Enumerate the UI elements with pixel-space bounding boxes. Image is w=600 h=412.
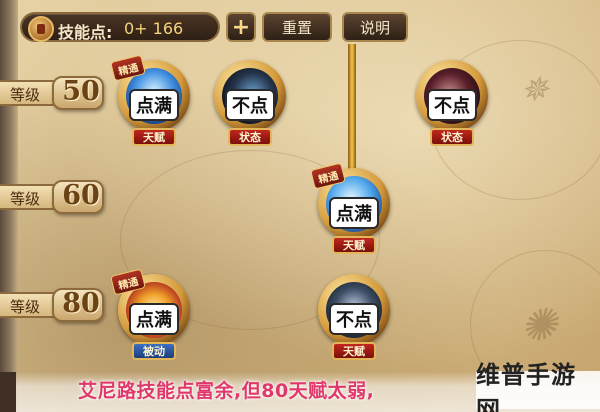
level-prefix: 等级 [10,298,41,316]
skill-state-label: 点满 [329,197,379,229]
skill-type-tag: 状态 [228,128,272,146]
skill-points-panel: 技能点: 0+ 166 [20,12,220,42]
skill-tree-screen: ✵ ✺ 技能点: 0+ 166 + 重置 说明 等级 50 等级 60 等级 8… [0,0,600,412]
skill-type-tag: 被动 [132,342,176,360]
skill-connector-line [348,44,356,174]
skill-type-tag: 天赋 [332,236,376,254]
skill-state-label: 不点 [427,89,477,121]
level-number: 50 [62,76,100,107]
skill-state-label: 点满 [129,303,179,335]
level-row-60: 等级 60 [0,178,108,216]
level-prefix: 等级 [10,190,41,208]
skill-node[interactable]: 点满 天赋 精通 [108,54,200,158]
map-compass-decoration: ✺ [520,300,557,351]
skill-points-label: 技能点: [58,23,113,42]
site-watermark: 维普手游网 [476,361,600,412]
skill-node[interactable]: 点满 天赋 精通 [308,162,400,266]
skill-state-label: 点满 [129,89,179,121]
level-row-50: 等级 50 [0,74,108,112]
level-number: 60 [62,180,100,211]
reset-button[interactable]: 重置 [262,12,332,42]
skill-node[interactable]: 不点 状态 [406,58,498,158]
level-prefix: 等级 [10,86,41,104]
skill-book-icon [28,16,54,42]
level-number: 80 [62,288,100,319]
skill-node[interactable]: 不点 天赋 [308,272,400,372]
skill-type-tag: 天赋 [132,128,176,146]
skill-node[interactable]: 不点 状态 [204,58,296,158]
add-skill-points-button[interactable]: + [226,12,256,42]
skill-points-value: 0+ 166 [124,19,184,38]
map-compass-decoration: ✵ [520,70,549,110]
caption-text: 艾尼路技能点富余,但80天赋太弱, [78,380,375,402]
skill-node[interactable]: 点满 被动 精通 [108,268,200,372]
skill-state-label: 不点 [329,303,379,335]
top-bar: 技能点: 0+ 166 + 重置 说明 [20,8,420,44]
help-button[interactable]: 说明 [342,12,408,42]
level-row-80: 等级 80 [0,286,108,324]
skill-type-tag: 状态 [430,128,474,146]
skill-type-tag: 天赋 [332,342,376,360]
character-art-edge [0,372,16,412]
skill-state-label: 不点 [225,89,275,121]
